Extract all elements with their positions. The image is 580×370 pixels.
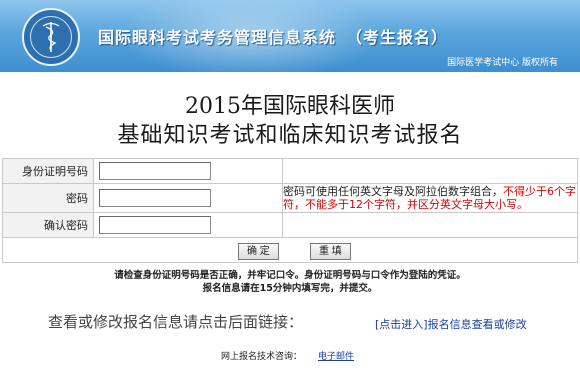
page-title-line1: 2015年国际眼科医师 (185, 94, 395, 119)
confirm-button[interactable]: 确 定 (238, 243, 279, 260)
empty-cell (282, 158, 578, 184)
confirm-password-input[interactable] (99, 216, 211, 234)
query-text: 查看或修改报名信息请点击后面链接： (48, 313, 304, 331)
password-label: 密码 (2, 183, 94, 213)
copyright: 国际医学考试中心 版权所有 (447, 58, 558, 68)
password-input[interactable] (99, 189, 211, 207)
password-hint-text: 密码可使用任何英文字母及阿拉伯数字组合， (283, 185, 503, 198)
form-row-confirm: 确认密码 (2, 212, 578, 238)
system-name-sub: （考生报名） (346, 28, 449, 47)
logo (22, 8, 80, 66)
system-name-main: 国际眼科考试考务管理信息系统 (98, 28, 337, 47)
support-label: 网上报名技术咨询： (221, 352, 303, 362)
email-link[interactable]: 电子邮件 (318, 349, 354, 362)
page-title-line2: 基础知识考试和临床知识考试报名 (117, 123, 463, 148)
id-label: 身份证明号码 (2, 158, 94, 184)
confirm-cell (93, 212, 283, 238)
password-hint: 密码可使用任何英文字母及阿拉伯数字组合，不得少于6个字符，不能多于12个字符，并… (282, 183, 578, 213)
header-banner: 国际眼科考试考务管理信息系统 （考生报名） 国际医学考试中心 版权所有 (0, 0, 580, 72)
id-number-input[interactable] (99, 162, 211, 180)
view-modify-link[interactable]: [点击进入]报名信息查看或修改 (375, 316, 527, 332)
notice-line2: 报名信息请在15分钟内填写完，并提交。 (202, 283, 378, 294)
id-cell (93, 158, 283, 184)
notice-line1: 请检查身份证明号码是否正确，并牢记口令。身份证明号码与口令作为登陆的凭证。 (114, 270, 466, 281)
empty-cell (282, 212, 578, 238)
caduceus-icon (42, 22, 60, 52)
password-hint-case: 并区分英文字母大小写。 (407, 198, 528, 211)
password-cell (93, 183, 283, 213)
form-row-password: 密码 密码可使用任何英文字母及阿拉伯数字组合，不得少于6个字符，不能多于12个字… (2, 183, 578, 213)
buttons-cell (2, 237, 578, 263)
confirm-label: 确认密码 (2, 212, 94, 238)
form-row-id: 身份证明号码 (2, 158, 578, 184)
form-row-buttons (2, 237, 578, 263)
registration-form: 身份证明号码 密码 密码可使用任何英文字母及阿拉伯数字组合，不得少于6个字符，不… (2, 158, 578, 263)
page: 国际眼科考试考务管理信息系统 （考生报名） 国际医学考试中心 版权所有 2015年… (0, 0, 580, 370)
reset-button[interactable]: 重 填 (310, 243, 351, 260)
system-name: 国际眼科考试考务管理信息系统 （考生报名） (98, 24, 448, 48)
